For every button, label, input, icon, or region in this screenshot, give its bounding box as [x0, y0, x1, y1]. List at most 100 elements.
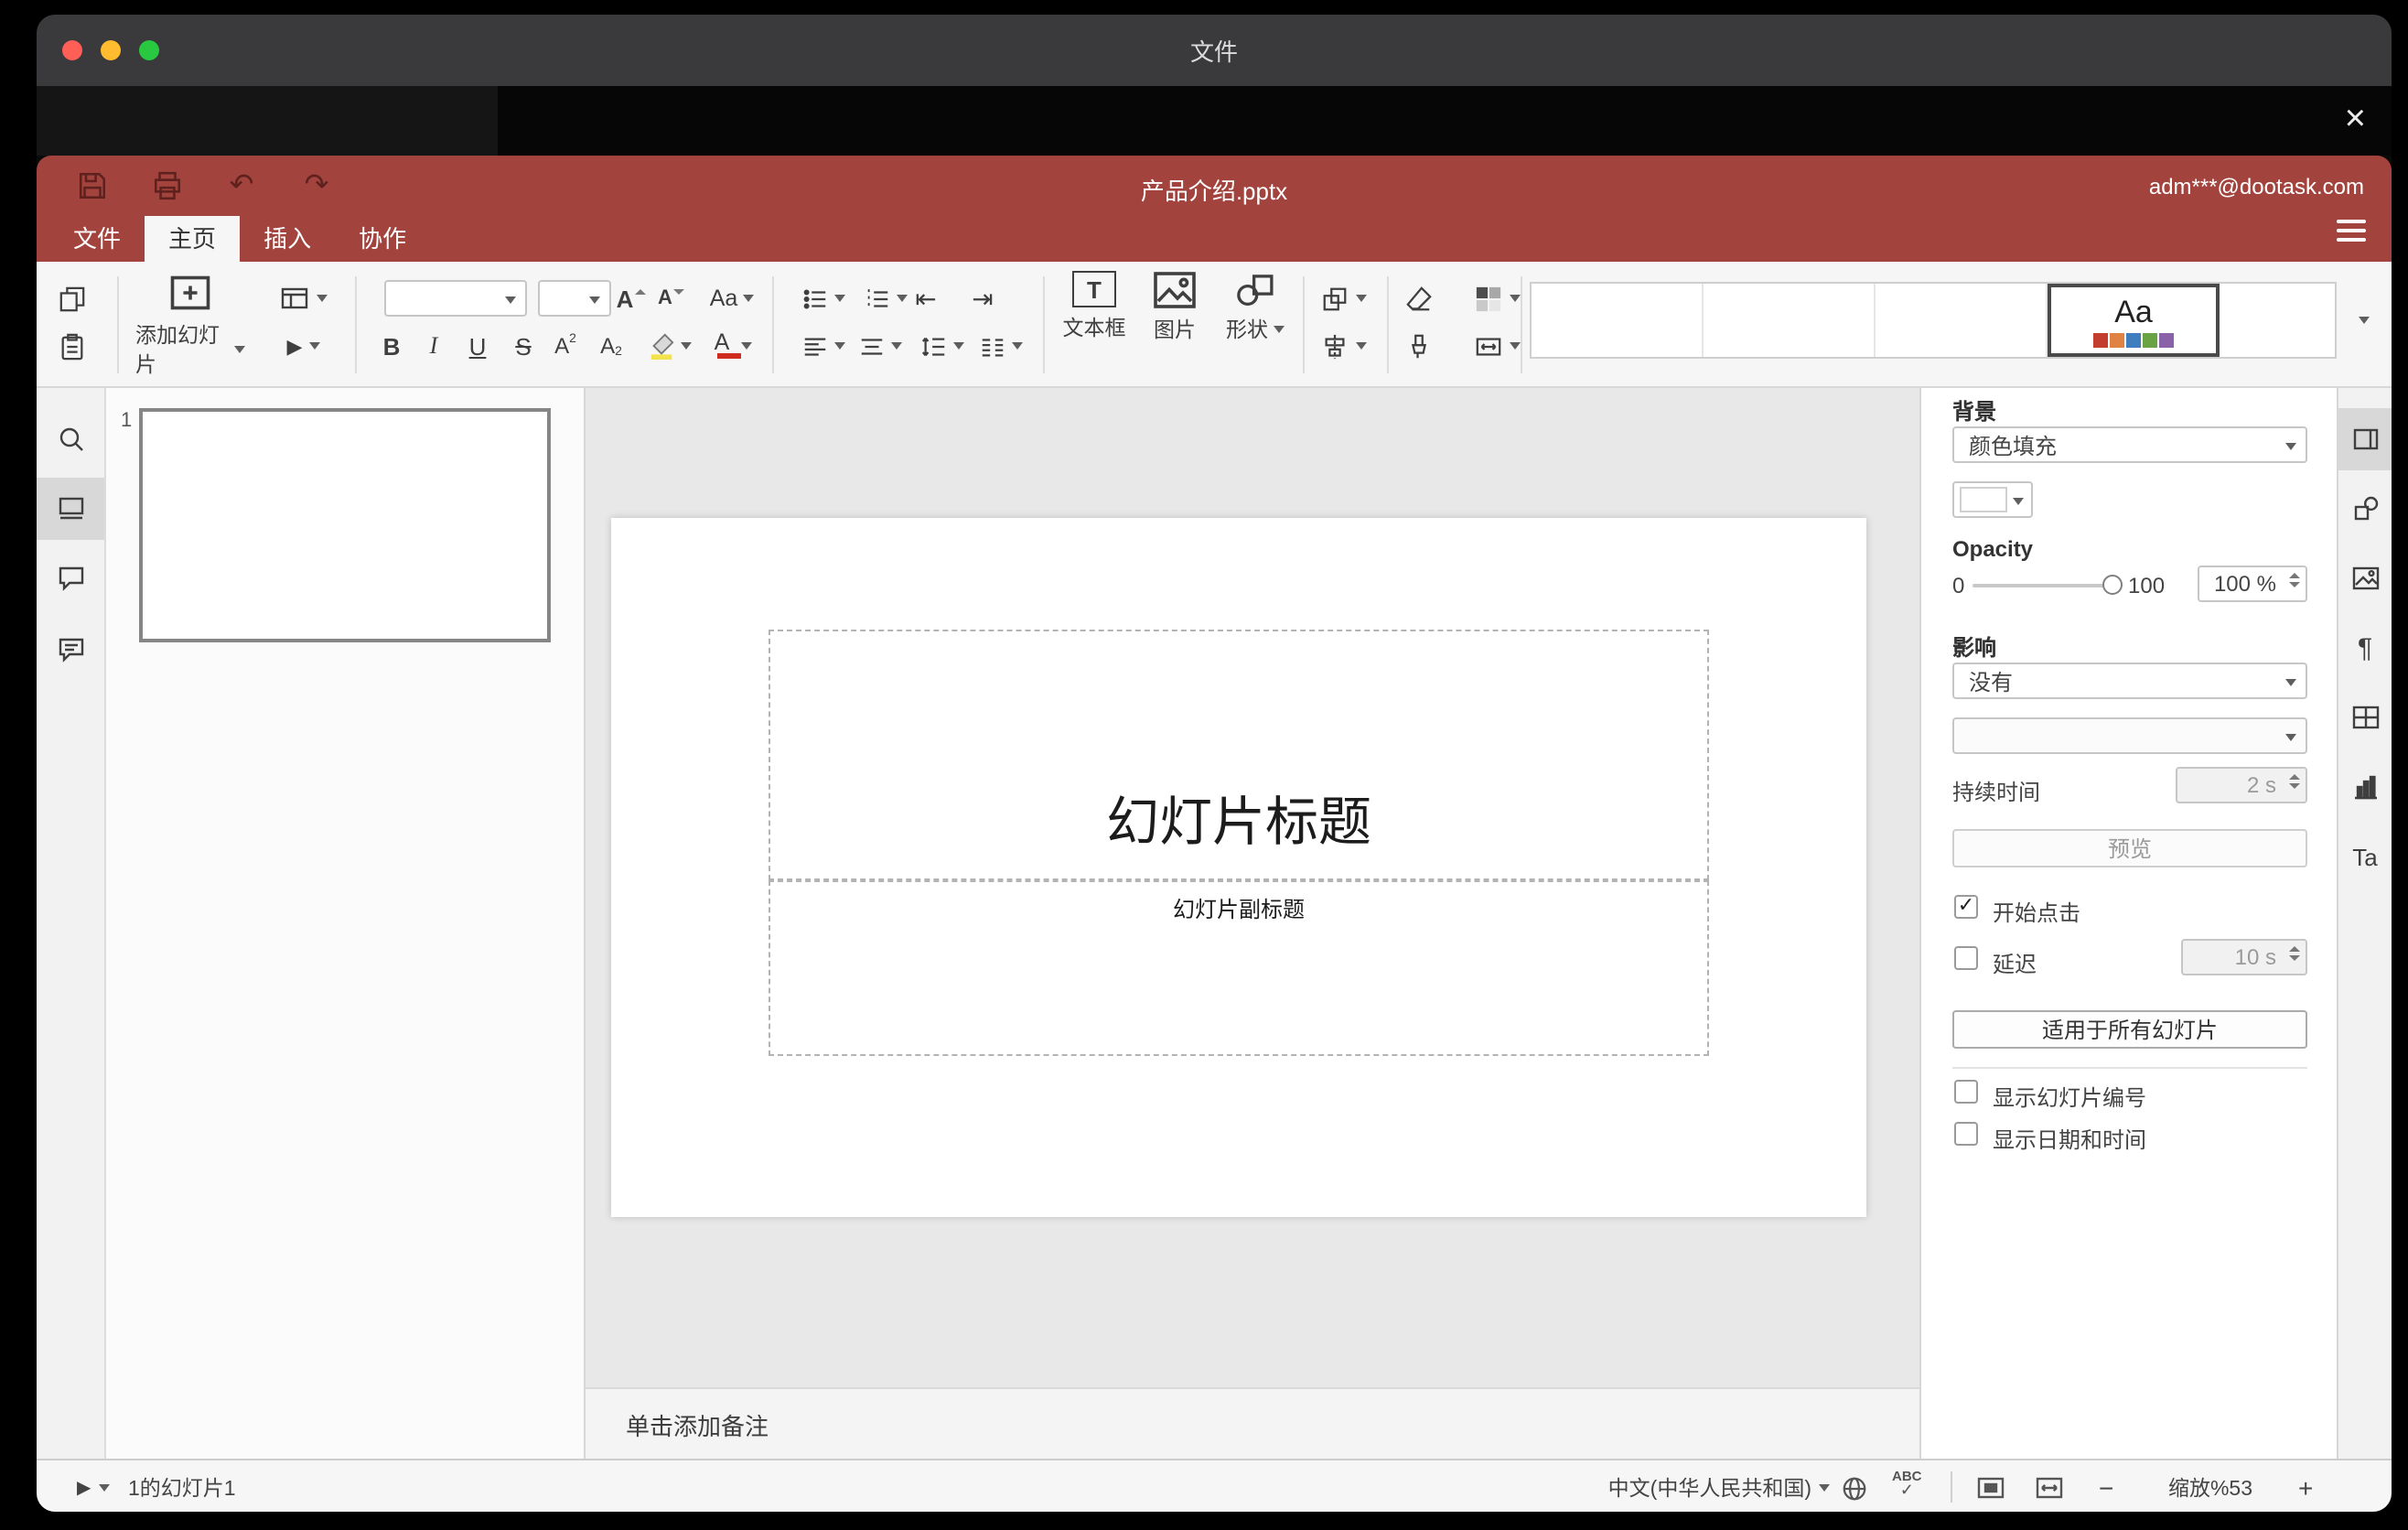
- fit-to-width-button[interactable]: [2035, 1473, 2064, 1503]
- comments-panel-button[interactable]: [37, 547, 104, 609]
- insert-textbox-button[interactable]: T 文本框: [1054, 271, 1134, 342]
- delay-input[interactable]: 10 s: [2181, 939, 2307, 975]
- spinner-arrows[interactable]: [2289, 774, 2300, 789]
- start-slideshow-button[interactable]: ▶: [267, 326, 340, 366]
- horizontal-align-button[interactable]: [792, 326, 855, 366]
- bold-button[interactable]: B: [373, 326, 410, 366]
- close-window-button[interactable]: [62, 40, 82, 60]
- background-color-picker[interactable]: [1952, 481, 2033, 518]
- chevron-down-icon: [1012, 342, 1023, 350]
- toolbar-separator: [1387, 276, 1389, 373]
- slides-panel-button[interactable]: [37, 478, 104, 540]
- italic-button[interactable]: I: [415, 326, 452, 366]
- opacity-slider-knob[interactable]: [2102, 575, 2123, 595]
- decrease-font-size-button[interactable]: A: [653, 278, 690, 318]
- hamburger-menu-icon[interactable]: [2337, 214, 2366, 247]
- table-settings-tab[interactable]: [2338, 686, 2392, 749]
- insert-image-button[interactable]: 图片: [1134, 271, 1215, 344]
- up-arrow-icon: [635, 288, 647, 294]
- line-spacing-button[interactable]: [911, 326, 973, 366]
- fit-to-slide-button[interactable]: [1976, 1473, 2005, 1503]
- decrease-indent-button[interactable]: ⇤: [906, 278, 946, 318]
- spell-check-button[interactable]: ABC ✓: [1892, 1468, 1922, 1499]
- search-panel-button[interactable]: [37, 408, 104, 470]
- chevron-down-icon[interactable]: [1819, 1484, 1830, 1492]
- font-color-button[interactable]: A: [697, 326, 763, 366]
- slide-canvas[interactable]: 幻灯片标题 幻灯片副标题: [611, 518, 1866, 1217]
- paste-button[interactable]: [51, 326, 91, 366]
- change-layout-button[interactable]: [267, 278, 340, 318]
- strikeout-button[interactable]: S: [505, 326, 542, 366]
- zoom-window-button[interactable]: [139, 40, 159, 60]
- zoom-in-button[interactable]: +: [2298, 1473, 2313, 1503]
- tab-insert[interactable]: 插入: [240, 216, 335, 262]
- show-slide-number-checkbox[interactable]: [1954, 1080, 1978, 1104]
- copy-button[interactable]: [51, 278, 91, 318]
- theme-item-selected[interactable]: Aa: [2048, 284, 2220, 357]
- set-language-button[interactable]: [1841, 1473, 1868, 1503]
- image-settings-tab[interactable]: [2338, 547, 2392, 609]
- theme-item[interactable]: [1704, 284, 1876, 357]
- arrange-shapes-button[interactable]: [1308, 278, 1378, 318]
- columns-button[interactable]: [970, 326, 1032, 366]
- shape-settings-tab[interactable]: [2338, 478, 2392, 540]
- undo-icon[interactable]: ↶: [223, 167, 260, 203]
- copy-style-button[interactable]: [1398, 326, 1438, 366]
- delay-checkbox[interactable]: [1954, 946, 1978, 970]
- preview-button[interactable]: 预览: [1952, 829, 2307, 867]
- font-name-select[interactable]: [384, 280, 527, 317]
- chat-panel-button[interactable]: [37, 619, 104, 681]
- close-icon[interactable]: ×: [2345, 93, 2366, 145]
- font-size-select[interactable]: [538, 280, 611, 317]
- subscript-button[interactable]: A2: [593, 326, 629, 366]
- start-on-click-checkbox[interactable]: ✓: [1954, 895, 1978, 919]
- slide-thumbnail[interactable]: [139, 408, 551, 642]
- save-icon[interactable]: [73, 167, 110, 203]
- subtitle-placeholder[interactable]: 幻灯片副标题: [769, 880, 1709, 1056]
- language-selector[interactable]: 中文(中华人民共和国): [1596, 1473, 1811, 1503]
- theme-gallery-expand-button[interactable]: [2346, 282, 2382, 359]
- redo-icon[interactable]: ↷: [298, 167, 335, 203]
- transition-effect-select[interactable]: 没有: [1952, 663, 2307, 699]
- background-fill-select[interactable]: 颜色填充: [1952, 426, 2307, 463]
- tab-file[interactable]: 文件: [49, 216, 145, 262]
- add-slide-button[interactable]: 添加幻灯片: [135, 271, 245, 379]
- underline-button[interactable]: U: [459, 326, 496, 366]
- tab-collaboration[interactable]: 协作: [335, 216, 430, 262]
- theme-item[interactable]: [1532, 284, 1704, 357]
- start-slideshow-status-button[interactable]: ▶: [77, 1473, 110, 1503]
- tab-home[interactable]: 主页: [145, 216, 241, 262]
- apply-to-all-label: 适用于所有幻灯片: [2041, 1018, 2218, 1043]
- text-art-settings-tab[interactable]: Ta: [2338, 825, 2392, 888]
- paragraph-settings-tab[interactable]: ¶: [2338, 617, 2392, 679]
- spinner-arrows[interactable]: [2289, 573, 2300, 587]
- increase-font-size-button[interactable]: A: [613, 278, 650, 318]
- highlight-color-button[interactable]: [637, 326, 703, 366]
- increase-indent-button[interactable]: ⇥: [962, 278, 1003, 318]
- show-date-time-checkbox[interactable]: [1954, 1122, 1978, 1146]
- insert-shape-button[interactable]: 形状: [1211, 271, 1299, 344]
- superscript-button[interactable]: A2: [547, 326, 584, 366]
- change-case-button[interactable]: Aa: [699, 278, 765, 318]
- duration-input[interactable]: 2 s: [2176, 767, 2307, 803]
- print-icon[interactable]: [148, 167, 185, 203]
- ribbon-tabs: 文件 主页 插入 协作: [49, 216, 430, 262]
- clear-style-button[interactable]: [1398, 278, 1438, 318]
- zoom-out-button[interactable]: −: [2099, 1473, 2113, 1503]
- theme-item[interactable]: [1876, 284, 2048, 357]
- apply-to-all-slides-button[interactable]: 适用于所有幻灯片: [1952, 1010, 2307, 1049]
- chart-settings-tab[interactable]: [2338, 756, 2392, 818]
- chevron-down-icon: [2285, 443, 2296, 450]
- transition-variant-select[interactable]: [1952, 717, 2307, 754]
- minimize-window-button[interactable]: [101, 40, 121, 60]
- title-placeholder[interactable]: 幻灯片标题: [769, 630, 1709, 880]
- toolbar-separator: [772, 276, 774, 373]
- vertical-align-button[interactable]: [849, 326, 911, 366]
- opacity-slider-track[interactable]: [1973, 584, 2123, 587]
- notes-area[interactable]: 单击添加备注: [586, 1387, 1919, 1459]
- slide-settings-tab[interactable]: [2338, 408, 2392, 470]
- bullets-button[interactable]: [792, 278, 855, 318]
- opacity-value-input[interactable]: 100 %: [2198, 566, 2307, 602]
- align-shapes-button[interactable]: [1308, 326, 1378, 366]
- spinner-arrows[interactable]: [2289, 946, 2300, 961]
